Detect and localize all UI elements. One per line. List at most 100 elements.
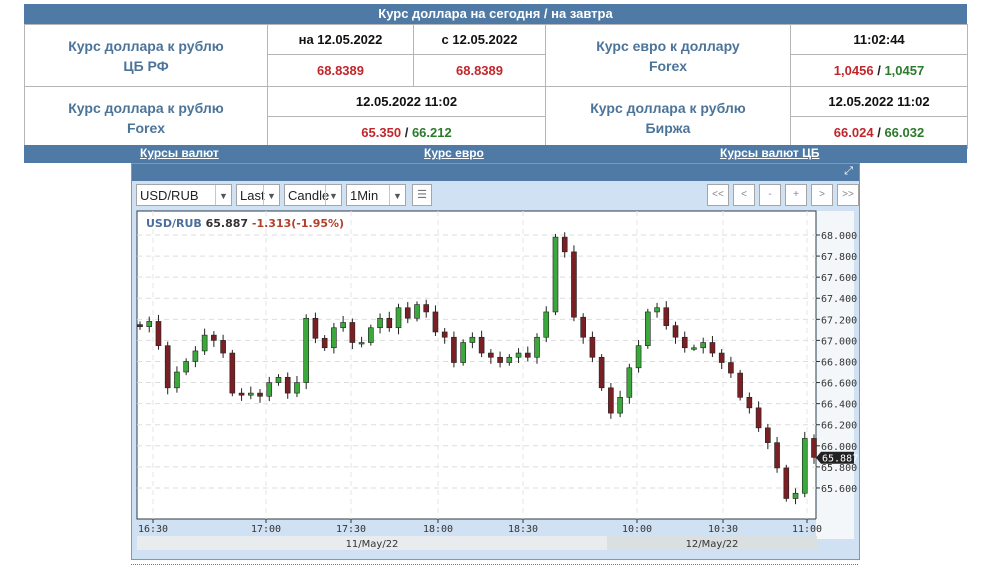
candle-up bbox=[331, 327, 337, 349]
candle-up bbox=[645, 311, 651, 346]
usd-rub-exchange-label: Курс доллара к рублю Биржа bbox=[545, 86, 791, 149]
candle-up bbox=[543, 311, 550, 338]
y-tick-label: 65.600 bbox=[821, 484, 857, 495]
y-tick-label: 66.400 bbox=[821, 400, 857, 411]
candle-down bbox=[404, 307, 411, 319]
candle-down bbox=[257, 392, 263, 397]
candle-down bbox=[284, 376, 291, 394]
y-tick-label: 66.600 bbox=[821, 379, 857, 390]
candle-up bbox=[469, 336, 476, 343]
candle-down bbox=[238, 392, 245, 396]
rates-table: Курс доллара к рублю ЦБ РФ на 12.05.2022 … bbox=[24, 24, 968, 149]
candle-up bbox=[247, 392, 254, 396]
candle-down bbox=[164, 345, 171, 389]
usd-rub-forex-bid: 65.350 bbox=[361, 125, 402, 140]
x-tick-label: 10:00 bbox=[622, 524, 652, 535]
candle-up bbox=[460, 342, 466, 363]
candle-up bbox=[275, 376, 282, 383]
candle-down bbox=[663, 307, 670, 326]
y-tick-label: 67.400 bbox=[821, 294, 857, 305]
candle-up bbox=[340, 322, 346, 329]
candle-down bbox=[672, 325, 679, 338]
candle-down bbox=[229, 352, 236, 394]
cbr-col2-value: 68.8389 bbox=[413, 54, 546, 87]
candle-down bbox=[681, 336, 688, 349]
candle-down bbox=[321, 337, 328, 349]
candle-down bbox=[598, 356, 605, 389]
candle-up bbox=[358, 342, 365, 345]
cbr-col2-header: с 12.05.2022 bbox=[413, 24, 546, 55]
candle-down bbox=[211, 334, 217, 341]
candle-up bbox=[534, 336, 540, 358]
candle-up bbox=[368, 327, 374, 343]
candle-down bbox=[571, 251, 577, 318]
candle-up bbox=[792, 492, 799, 499]
nav-bar: Курсы валют Курс евро Курсы валют ЦБ bbox=[24, 145, 967, 163]
candle-up bbox=[174, 371, 180, 389]
candle-up bbox=[635, 345, 642, 369]
candle-down bbox=[811, 438, 817, 458]
chart-legend: USD/RUB 65.887 -1.313(-1.95%) bbox=[146, 217, 344, 230]
x-tick-label: 18:00 bbox=[423, 524, 453, 535]
candle-up bbox=[691, 347, 697, 350]
candle-up bbox=[201, 334, 208, 352]
x-tick-label: 18:30 bbox=[508, 524, 538, 535]
candle-down bbox=[432, 311, 439, 333]
candle-up bbox=[294, 382, 300, 394]
candle-up bbox=[303, 317, 309, 383]
y-tick-label: 66.800 bbox=[821, 357, 857, 368]
link-cbr-rates[interactable]: Курсы валют ЦБ bbox=[720, 146, 820, 160]
usd-rub-forex-label: Курс доллара к рублю Forex bbox=[24, 86, 268, 149]
cbr-col1-header: на 12.05.2022 bbox=[267, 24, 414, 55]
date-label: 12/May/22 bbox=[686, 539, 739, 550]
candle-down bbox=[349, 322, 356, 343]
eur-usd-quote: 1,0456 / 1,0457 bbox=[790, 54, 968, 87]
candle-down bbox=[451, 336, 457, 363]
x-tick-label: 17:00 bbox=[251, 524, 281, 535]
candle-down bbox=[386, 317, 393, 329]
candle-down bbox=[312, 317, 319, 339]
candle-up bbox=[552, 236, 559, 313]
date-label: 11/May/22 bbox=[346, 539, 399, 550]
candle-down bbox=[441, 331, 448, 338]
candle-down bbox=[774, 442, 780, 469]
chart-panel: ⤢ USD/RUB ▼ Last ▼ Candle ▼ 1Min ▼ ☰ << < - … bbox=[131, 163, 860, 560]
y-tick-label: 67.200 bbox=[821, 315, 857, 326]
y-tick-label: 66.200 bbox=[821, 421, 857, 432]
eur-usd-label: Курс евро к доллару Forex bbox=[545, 24, 791, 87]
candle-down bbox=[728, 362, 734, 374]
x-tick-label: 16:30 bbox=[138, 524, 168, 535]
plot-area bbox=[136, 210, 817, 520]
candlestick-chart[interactable]: 68.000 67.800 67.600 67.400 67.200 67.000 66.8… bbox=[132, 164, 859, 559]
candle-down bbox=[608, 387, 614, 414]
candle-down bbox=[497, 356, 503, 363]
candle-down bbox=[737, 372, 743, 398]
usd-rub-exchange-ask: 66.032 bbox=[884, 125, 925, 140]
usd-rub-exchange-bid: 66.024 bbox=[833, 125, 874, 140]
usd-rub-exchange-datetime: 12.05.2022 11:02 bbox=[790, 86, 968, 117]
link-currency-rates[interactable]: Курсы валют bbox=[140, 146, 219, 160]
candle-down bbox=[561, 236, 568, 253]
link-euro-rate[interactable]: Курс евро bbox=[424, 146, 484, 160]
y-tick-label: 68.000 bbox=[821, 231, 857, 242]
x-tick-label: 10:30 bbox=[708, 524, 738, 535]
candle-up bbox=[146, 321, 153, 327]
candle-down bbox=[580, 316, 586, 338]
candle-down bbox=[589, 336, 596, 358]
candle-up bbox=[515, 352, 522, 358]
candle-down bbox=[718, 352, 725, 363]
candle-down bbox=[524, 352, 531, 358]
y-tick-label: 67.000 bbox=[821, 336, 857, 347]
eur-usd-bid: 1,0456 bbox=[833, 63, 874, 78]
candle-down bbox=[709, 342, 716, 354]
candle-up bbox=[192, 350, 199, 362]
page-header: Курс доллара на сегодня / на завтра bbox=[24, 4, 967, 24]
y-tick-label: 67.600 bbox=[821, 273, 857, 284]
x-tick-label: 11:00 bbox=[792, 524, 822, 535]
candle-up bbox=[617, 397, 623, 414]
candle-down bbox=[155, 321, 162, 346]
candle-up bbox=[377, 317, 383, 329]
candle-up bbox=[626, 367, 633, 398]
divider bbox=[131, 564, 858, 565]
candle-up bbox=[700, 342, 707, 349]
